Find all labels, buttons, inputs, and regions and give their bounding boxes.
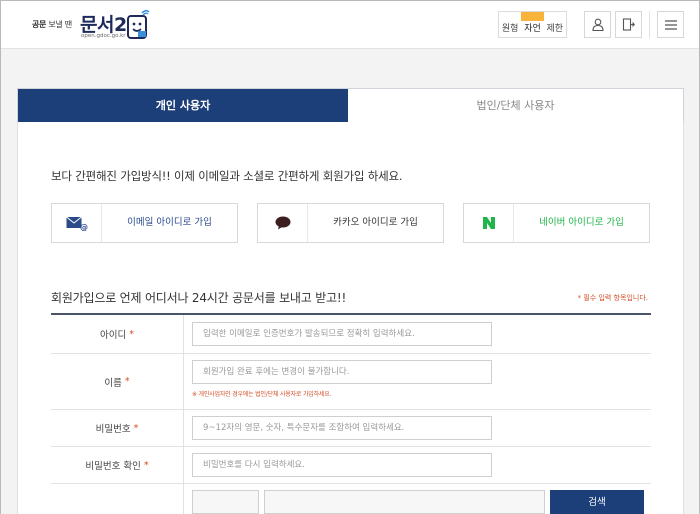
- name-label: 이름 *: [51, 354, 184, 409]
- font-size-option-large[interactable]: 제한: [544, 12, 566, 37]
- id-input[interactable]: [192, 322, 492, 346]
- email-icon-area: @: [52, 204, 102, 242]
- password-label: 비밀번호 *: [51, 410, 184, 446]
- intro-text: 보다 간편해진 가입방식!! 이제 이메일과 소셜로 간편하게 회원가입 하세요…: [51, 169, 403, 183]
- kakao-icon: [275, 216, 290, 230]
- form-row-password-confirm: 비밀번호 확인 *: [51, 447, 651, 484]
- required-mark: *: [124, 376, 130, 387]
- password-confirm-label: 비밀번호 확인 *: [51, 447, 184, 483]
- email-icon: @: [65, 216, 88, 231]
- required-mark: *: [143, 459, 149, 471]
- naver-icon: [482, 217, 495, 229]
- email-signup-button[interactable]: @ 이메일 아이디로 가입: [51, 203, 238, 243]
- address-input[interactable]: [264, 490, 545, 514]
- logo-face-icon: [127, 9, 150, 39]
- tab-corporate[interactable]: 법인/단체 사용자: [348, 89, 683, 122]
- required-note: * 필수 입력 항목입니다.: [577, 294, 648, 302]
- header-divider: [649, 11, 650, 38]
- tab-individual[interactable]: 개인 사용자: [18, 89, 348, 122]
- logo-tagline: 공문 보낼 땐: [32, 20, 72, 29]
- signup-panel: 보다 간편해진 가입방식!! 이제 이메일과 소셜로 간편하게 회원가입 하세요…: [17, 122, 684, 514]
- menu-button[interactable]: [657, 11, 684, 38]
- svg-text:@: @: [80, 223, 88, 231]
- naver-signup-label: 네이버 아이디로 가입: [539, 217, 624, 228]
- naver-signup-button[interactable]: 네이버 아이디로 가입: [463, 203, 650, 243]
- password-input[interactable]: [192, 416, 492, 440]
- kakao-signup-label: 카카오 아이디로 가입: [333, 217, 418, 228]
- form-row-password: 비밀번호 *: [51, 410, 651, 447]
- signup-form: 아이디* 이름* ※ 개인사업자인 경우에는 법인/단체 사용자로 가입하세요.…: [51, 313, 651, 514]
- font-size-option-small[interactable]: 원형: [499, 12, 521, 37]
- required-mark: *: [129, 328, 134, 340]
- form-row-id: 아이디 *: [51, 315, 651, 354]
- form-row-address: 검색: [51, 484, 651, 514]
- required-mark: *: [133, 422, 139, 434]
- kakao-icon-area: [258, 204, 308, 242]
- password-confirm-input[interactable]: [192, 453, 492, 477]
- signup-button[interactable]: [615, 11, 642, 38]
- name-input[interactable]: [192, 360, 492, 384]
- site-header: 공문 보낼 땐 문서24 open.gdoc.go.kr 원형 자언 제한: [1, 1, 699, 49]
- form-row-name: 이름* ※ 개인사업자인 경우에는 법인/단체 사용자로 가입하세요.: [51, 354, 651, 410]
- logo-url: open.gdoc.go.kr: [81, 33, 126, 39]
- user-type-tabs: 개인 사용자 법인/단체 사용자: [17, 88, 684, 123]
- search-button[interactable]: 검색: [550, 490, 644, 514]
- kakao-signup-button[interactable]: 카카오 아이디로 가입: [257, 203, 444, 243]
- email-signup-label: 이메일 아이디로 가입: [127, 217, 212, 228]
- font-size-selector: 원형 자언 제한: [498, 11, 567, 38]
- door-icon: [622, 18, 635, 31]
- hamburger-icon: [664, 19, 677, 30]
- name-warning: ※ 개인사업자인 경우에는 법인/단체 사용자로 가입하세요.: [192, 391, 332, 398]
- address-label: [51, 484, 184, 514]
- login-button[interactable]: [584, 11, 611, 38]
- zipcode-input[interactable]: [192, 490, 259, 514]
- id-label: 아이디 *: [51, 315, 184, 353]
- section-title: 회원가입으로 언제 어디서나 24시간 공문서를 보내고 받고!!: [51, 291, 347, 305]
- font-size-option-medium[interactable]: 자언: [521, 12, 544, 37]
- page-frame: 공문 보낼 땐 문서24 open.gdoc.go.kr 원형 자언 제한 개인…: [0, 0, 700, 514]
- naver-icon-area: [464, 204, 514, 242]
- user-icon: [591, 18, 604, 31]
